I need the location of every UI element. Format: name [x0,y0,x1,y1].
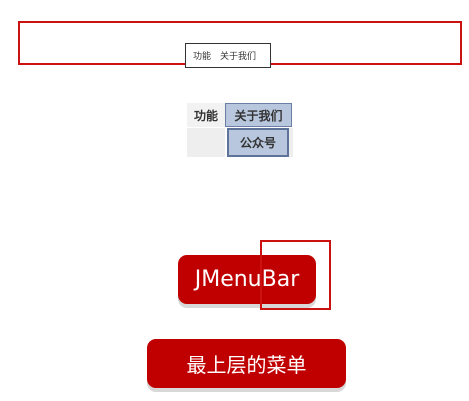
menu-blank-area [187,128,225,157]
menu-about-us[interactable]: 关于我们 [225,103,292,127]
top-menu-label: 最上层的菜单 [147,339,346,388]
highlight-frame-small [260,240,331,310]
menu-gong-neng-small[interactable]: 功能 [193,49,211,62]
menu-about-us-small[interactable]: 关于我们 [220,49,256,62]
menu-bar-small: 功能 关于我们 [185,43,271,68]
menu-blank-tail [289,128,293,157]
menu-bar: 功能 关于我们 [187,103,293,127]
menu-gong-neng[interactable]: 功能 [187,103,225,127]
menu-demo: 功能 关于我们 公众号 [187,103,293,157]
dropdown-row: 公众号 [187,128,293,157]
menu-item-public-account[interactable]: 公众号 [227,128,289,157]
